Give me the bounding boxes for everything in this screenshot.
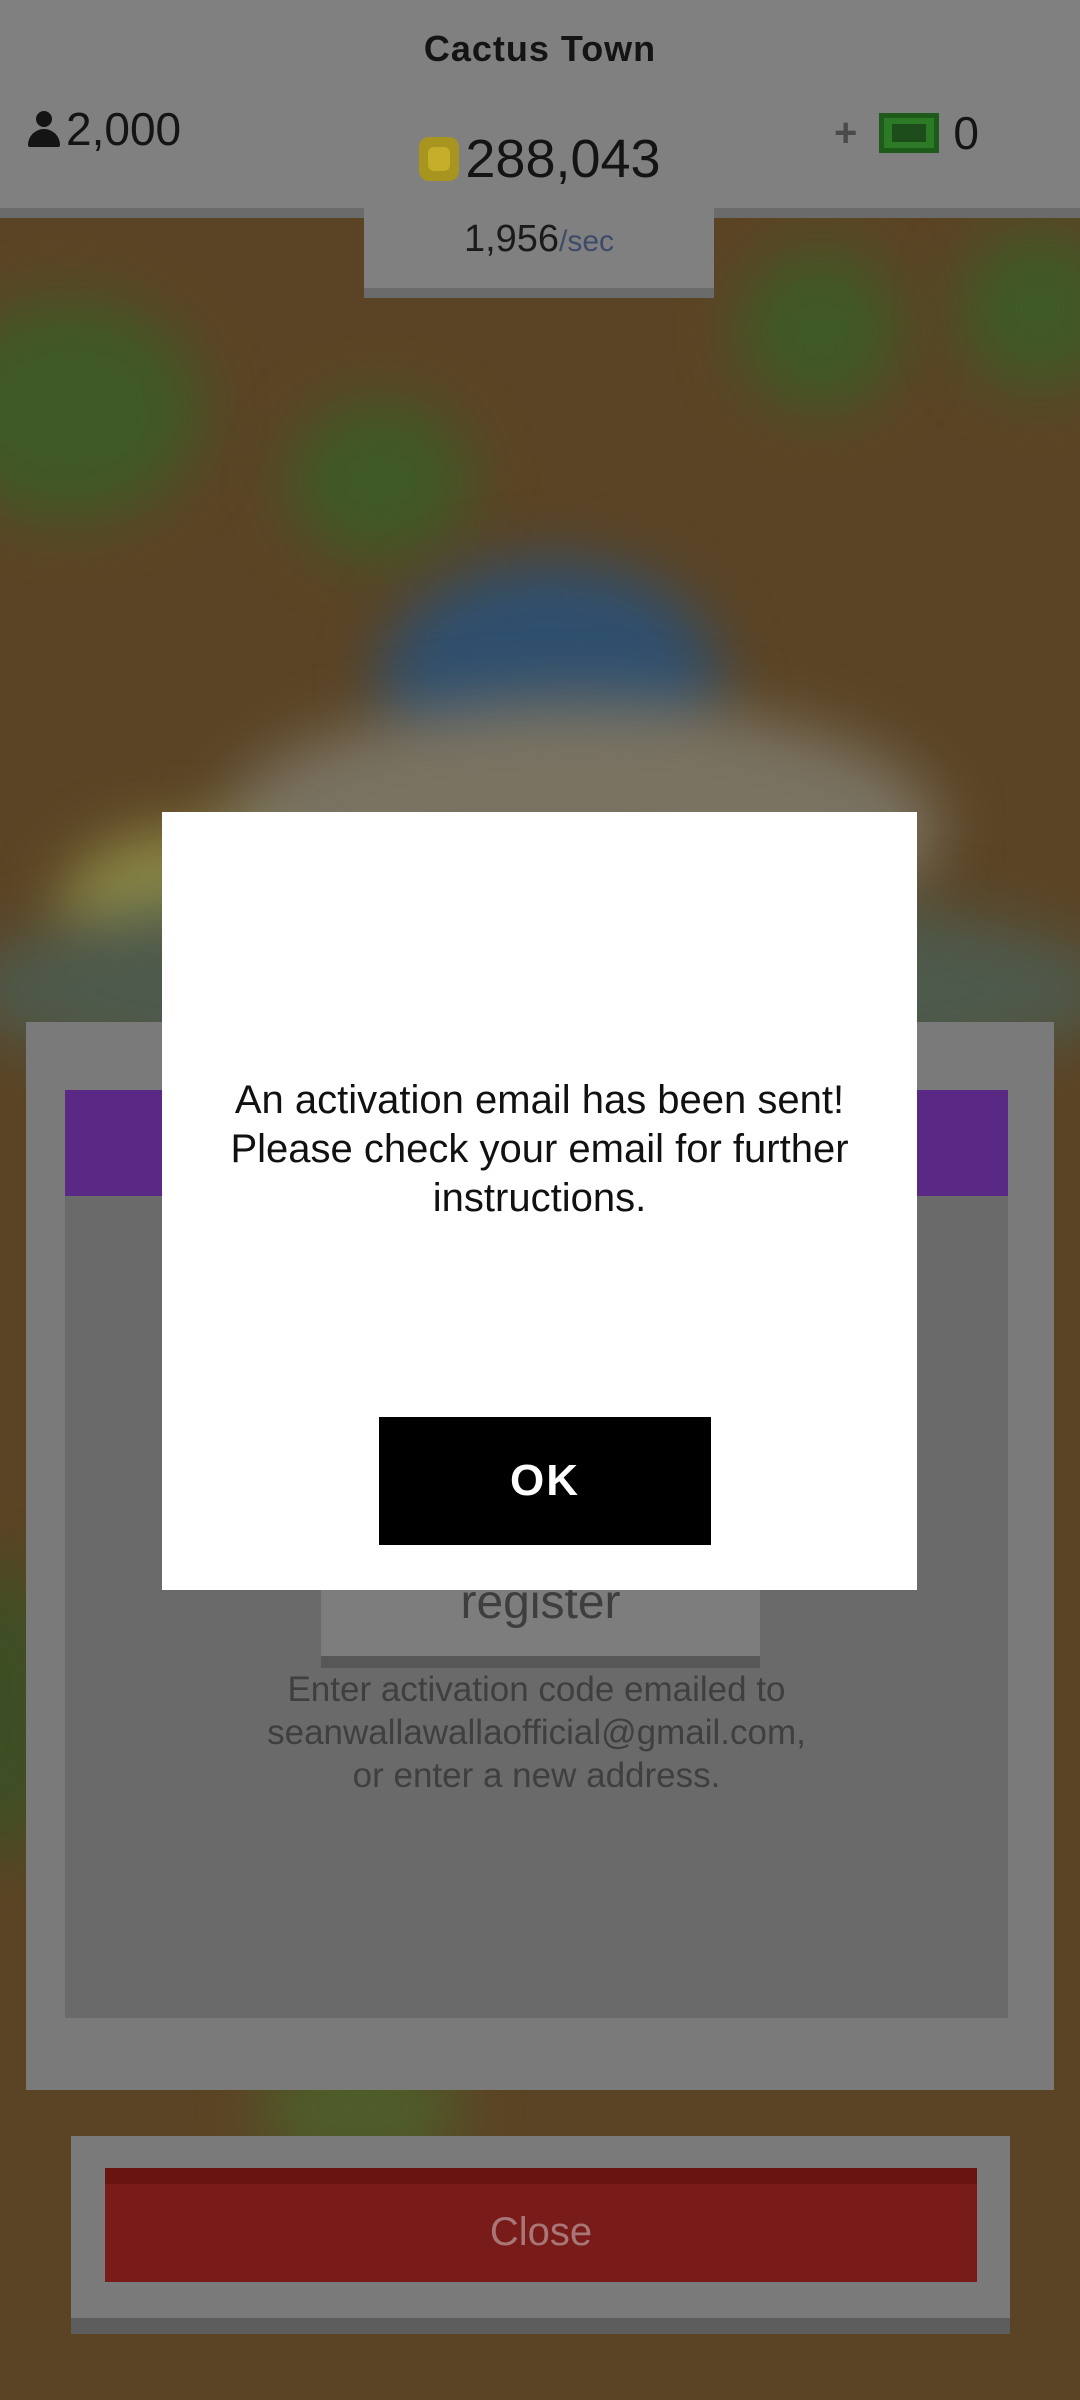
rate-unit: /sec [559,225,615,258]
activation-email-dialog: An activation email has been sent! Pleas… [162,812,917,1590]
coin-icon [419,137,460,181]
activation-info-text: Enter activation code emailed to seanwal… [267,1670,806,1795]
coin-value: 288,043 [465,129,661,189]
top-hud: Cactus Town 2,000 288,043 + 0 [0,0,1080,218]
cash-counter[interactable]: + 0 [834,106,979,160]
town-name: Cactus Town [423,28,657,69]
dialog-message: An activation email has been sent! Pleas… [230,1078,849,1220]
cash-value: 0 [953,107,979,159]
close-button[interactable]: Close [105,2168,977,2282]
plus-icon[interactable]: + [834,111,857,156]
income-rate: 1,956/sec [364,218,714,261]
cash-icon [879,113,940,153]
ok-button[interactable]: OK [379,1417,711,1545]
rate-value: 1,956 [463,218,560,260]
